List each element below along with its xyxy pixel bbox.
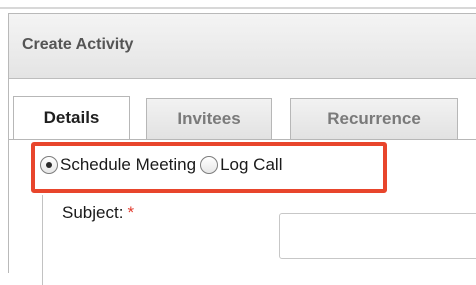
details-panel: Schedule Meeting Log Call Subject: * (9, 140, 476, 285)
create-activity-dialog: Create Activity Details Invitees Recurre… (8, 13, 476, 285)
tab-recurrence-label: Recurrence (327, 109, 421, 128)
tab-recurrence[interactable]: Recurrence (290, 98, 458, 139)
tab-invitees[interactable]: Invitees (146, 98, 272, 139)
subject-input[interactable] (279, 213, 476, 259)
tab-details[interactable]: Details (13, 96, 130, 139)
tab-bar: Details Invitees Recurrence (9, 79, 476, 141)
tab-details-label: Details (43, 108, 100, 127)
form-border (42, 195, 43, 285)
dialog-header: Create Activity (9, 14, 476, 79)
subject-label-text: Subject: (62, 203, 124, 222)
log-call-radio[interactable] (200, 156, 219, 174)
activity-type-radio-group: Schedule Meeting Log Call (40, 154, 282, 176)
log-call-label[interactable]: Log Call (220, 155, 282, 175)
dialog-title: Create Activity (22, 36, 134, 53)
schedule-meeting-label[interactable]: Schedule Meeting (60, 155, 196, 175)
tab-invitees-label: Invitees (177, 109, 241, 128)
schedule-meeting-radio[interactable] (40, 156, 58, 174)
required-marker: * (127, 203, 135, 222)
top-edge (0, 0, 476, 12)
subject-label: Subject: * (62, 203, 134, 223)
top-divider (0, 7, 476, 9)
